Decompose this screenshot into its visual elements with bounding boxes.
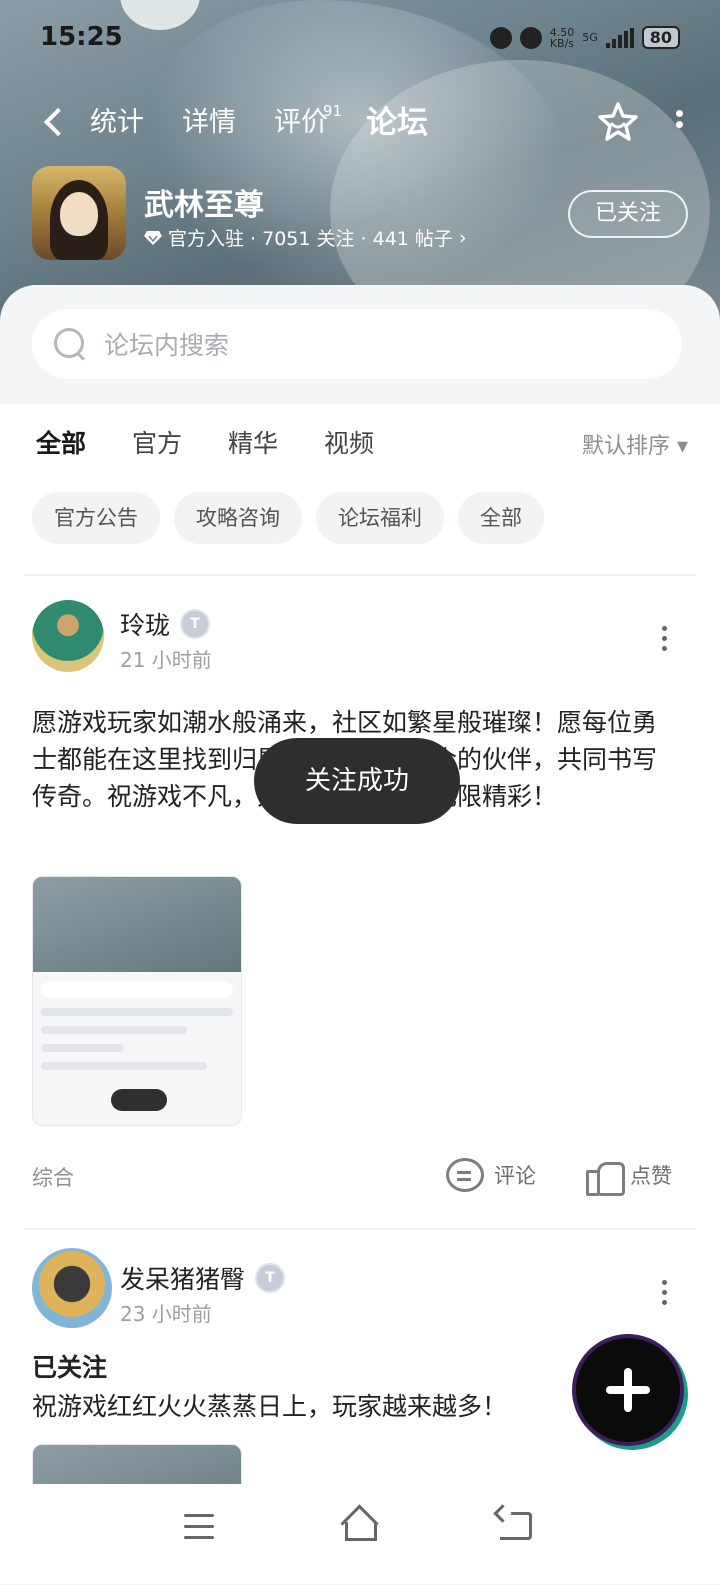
post-username[interactable]: 发呆猪猪臀 T <box>120 1260 286 1296</box>
mute-icon <box>519 26 542 49</box>
nav-tabs: 统计 详情 评价 91 论坛 <box>90 98 430 148</box>
divider <box>24 1228 696 1230</box>
menu-icon[interactable] <box>184 1514 214 1540</box>
post-title[interactable]: 已关注 <box>32 1348 107 1384</box>
avatar[interactable] <box>32 1248 112 1328</box>
system-nav-bar <box>0 1484 720 1584</box>
chip-guide[interactable]: 攻略咨询 <box>174 492 302 544</box>
game-name: 武林至尊 <box>144 188 264 223</box>
game-header-banner: 15:25 4.50 KB/s 5G 80 统计 详情 评价 91 论坛 武林至尊 <box>0 0 720 330</box>
forum-search-input[interactable]: 论坛内搜索 <box>32 309 682 379</box>
followed-button[interactable]: 已关注 <box>568 190 688 238</box>
game-meta[interactable]: 官方入驻 · 7051 关注 · 441 帖子 › <box>144 224 467 251</box>
top-nav: 统计 详情 评价 91 论坛 <box>40 98 683 148</box>
net-speed: 4.50 KB/s <box>549 25 575 50</box>
category-official[interactable]: 官方 <box>132 424 182 460</box>
user-level-badge-icon: T <box>180 609 211 639</box>
search-icon <box>52 326 88 362</box>
forum-content: 全部 官方 精华 视频 默认排序 ▾ 官方公告 攻略咨询 论坛福利 全部 玲珑 T… <box>0 404 720 1484</box>
search-placeholder: 论坛内搜索 <box>104 331 230 360</box>
chip-welfare[interactable]: 论坛福利 <box>316 492 444 544</box>
tab-stats[interactable]: 统计 <box>90 98 144 148</box>
signal-icon <box>605 27 634 48</box>
official-diamond-icon <box>144 230 162 245</box>
favorite-star-icon[interactable] <box>596 100 640 144</box>
create-post-plus-button[interactable] <box>576 1338 680 1442</box>
post-more-icon[interactable] <box>662 626 668 656</box>
status-bar: 15:25 4.50 KB/s 5G 80 <box>40 22 680 58</box>
chip-official-notice[interactable]: 官方公告 <box>32 492 160 544</box>
tab-reviews[interactable]: 评价 91 <box>274 98 342 148</box>
status-time: 15:25 <box>40 22 123 52</box>
more-menu-icon[interactable] <box>676 110 684 134</box>
post-image-thumbnail[interactable] <box>32 876 242 1126</box>
tab-details[interactable]: 详情 <box>182 98 236 148</box>
caret-down-icon: ▾ <box>676 434 688 459</box>
category-featured[interactable]: 精华 <box>228 424 278 460</box>
reviews-count-badge: 91 <box>322 102 342 120</box>
post-more-icon[interactable] <box>662 1280 668 1310</box>
home-icon[interactable] <box>340 1508 377 1541</box>
like-button[interactable]: 点赞 <box>586 1158 672 1196</box>
chevron-right-icon: › <box>458 226 467 249</box>
post-actions: 综合 评论 点赞 <box>32 1156 680 1196</box>
tab-forum[interactable]: 论坛 <box>364 98 430 148</box>
post-username[interactable]: 玲珑 T <box>120 606 211 642</box>
game-info: 武林至尊 官方入驻 · 7051 关注 · 441 帖子 › 已关注 <box>32 166 688 262</box>
post-image-thumbnail[interactable] <box>32 1444 242 1484</box>
post-type: 综合 <box>32 1166 74 1190</box>
status-icons: 4.50 KB/s 5G 80 <box>489 25 680 50</box>
category-video[interactable]: 视频 <box>324 424 374 460</box>
comment-icon <box>446 1158 484 1192</box>
avatar[interactable] <box>32 600 104 672</box>
toast-message: 关注成功 <box>254 738 460 824</box>
game-icon[interactable] <box>32 166 126 260</box>
alarm-icon <box>489 26 512 49</box>
net-type: 5G <box>582 31 598 44</box>
user-level-badge-icon: T <box>255 1263 286 1293</box>
post-time: 21 小时前 <box>120 648 212 672</box>
category-tabs: 全部 官方 精华 视频 <box>36 424 374 462</box>
chip-all[interactable]: 全部 <box>458 492 544 544</box>
back-arrow-icon[interactable] <box>40 104 70 140</box>
comment-button[interactable]: 评论 <box>446 1158 536 1192</box>
sort-dropdown[interactable]: 默认排序 ▾ <box>582 428 688 460</box>
category-all[interactable]: 全部 <box>36 424 87 462</box>
battery-indicator: 80 <box>641 26 680 49</box>
thumbs-up-icon <box>586 1158 625 1196</box>
post-time: 23 小时前 <box>120 1302 212 1326</box>
filter-chips: 官方公告 攻略咨询 论坛福利 全部 <box>32 492 544 544</box>
divider <box>24 574 696 576</box>
back-icon[interactable] <box>500 1512 532 1540</box>
